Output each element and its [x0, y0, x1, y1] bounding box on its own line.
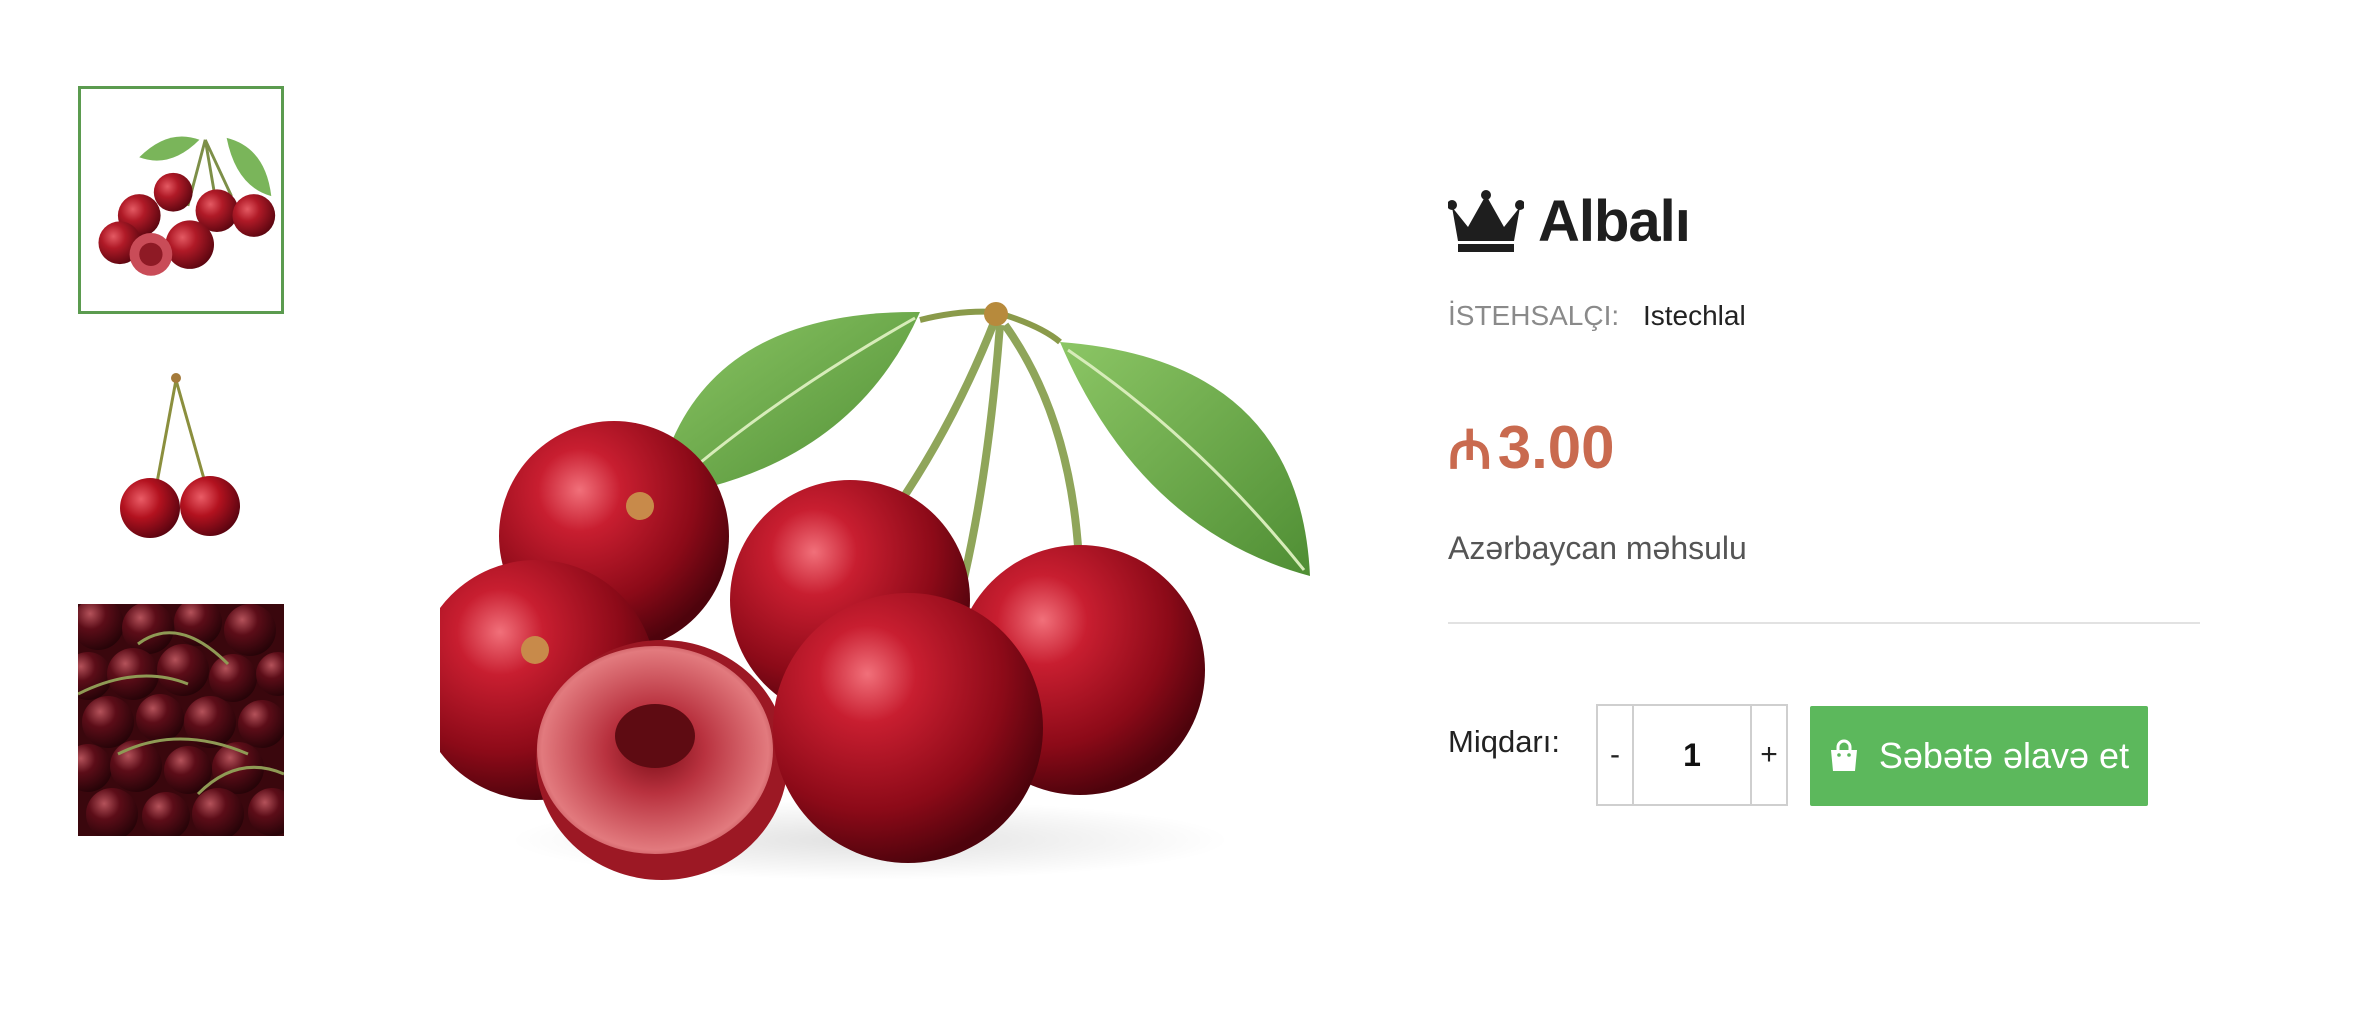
crown-icon: [1448, 190, 1524, 252]
add-to-cart-label: Səbətə əlavə et: [1878, 735, 2130, 776]
quantity-stepper: - +: [1596, 704, 1788, 806]
manufacturer-row: İSTEHSALÇI: Istechlal: [1448, 300, 1746, 332]
manufacturer-label: İSTEHSALÇI:: [1448, 300, 1620, 331]
add-to-cart-button[interactable]: Səbətə əlavə et: [1810, 706, 2148, 806]
quantity-label: Miqdarı:: [1448, 724, 1560, 759]
cherries-main-image: [440, 302, 1310, 880]
manufacturer-value: Istechlal: [1642, 300, 1746, 331]
main-product-image[interactable]: [440, 280, 1320, 900]
shopping-bag-icon: [1830, 739, 1857, 771]
price-value: 3.00: [1497, 413, 1615, 481]
cherry-pile-thumbnail-image: [78, 604, 284, 836]
currency-symbol: ₼: [1448, 420, 1492, 480]
cherry-pair-thumbnail-image: [120, 373, 240, 538]
quantity-increase-button[interactable]: +: [1750, 706, 1786, 804]
cherries-leaves-thumbnail-image: [98, 136, 276, 276]
product-origin: Azərbaycan məhsulu: [1448, 530, 1747, 566]
quantity-input[interactable]: [1634, 706, 1750, 804]
thumbnail-2-cherry-pair[interactable]: [78, 358, 284, 586]
product-price: ₼ 3.00: [1448, 410, 1615, 484]
thumbnail-3-cherry-pile[interactable]: [78, 604, 284, 836]
product-title: Albalı: [1538, 188, 1691, 254]
thumbnail-1-cherries-with-leaves[interactable]: [78, 86, 284, 314]
product-title-row: Albalı: [1448, 186, 1691, 256]
divider: [1448, 622, 2200, 624]
quantity-decrease-button[interactable]: -: [1598, 706, 1634, 804]
